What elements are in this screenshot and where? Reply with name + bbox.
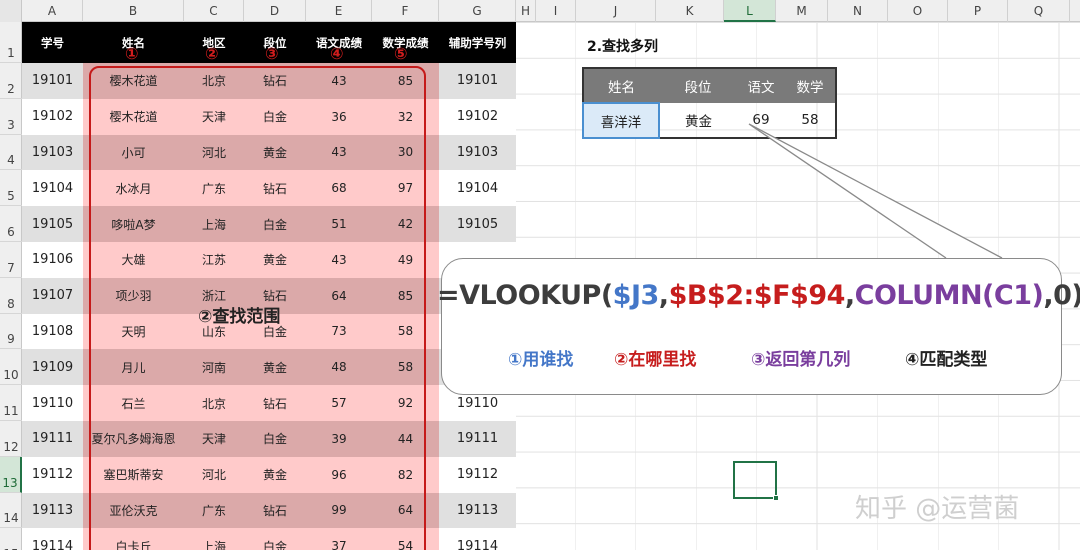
formula-part: , xyxy=(658,280,669,311)
formula-arg-lookup-value: $J3 xyxy=(612,280,660,311)
formula-part: =VLOOKUP( xyxy=(437,280,613,311)
active-cell-L13[interactable] xyxy=(733,461,779,501)
formula-part: ,0) xyxy=(1043,280,1080,311)
legend-column: ③返回第几列 xyxy=(751,350,851,370)
legend-range: ②在哪里找 xyxy=(614,350,697,370)
legend-lookup-value: ①用谁找 xyxy=(508,350,574,370)
spreadsheet[interactable]: ABCDEFGHIJKLMNOPQ 123456789101112131415 … xyxy=(0,0,1080,550)
formula-arg-range: $B$2:$F$94 xyxy=(668,280,846,311)
legend-match-type: ④匹配类型 xyxy=(905,350,988,370)
fill-handle[interactable] xyxy=(773,495,779,501)
formula-part: , xyxy=(844,280,855,311)
formula-arg-column: COLUMN(C1) xyxy=(854,280,1044,311)
watermark: 知乎 @运营菌 xyxy=(855,494,1020,524)
vlookup-formula: =VLOOKUP($J3,$B$2:$F$94,COLUMN(C1),0) xyxy=(437,280,1080,311)
formula-callout xyxy=(441,258,1062,395)
